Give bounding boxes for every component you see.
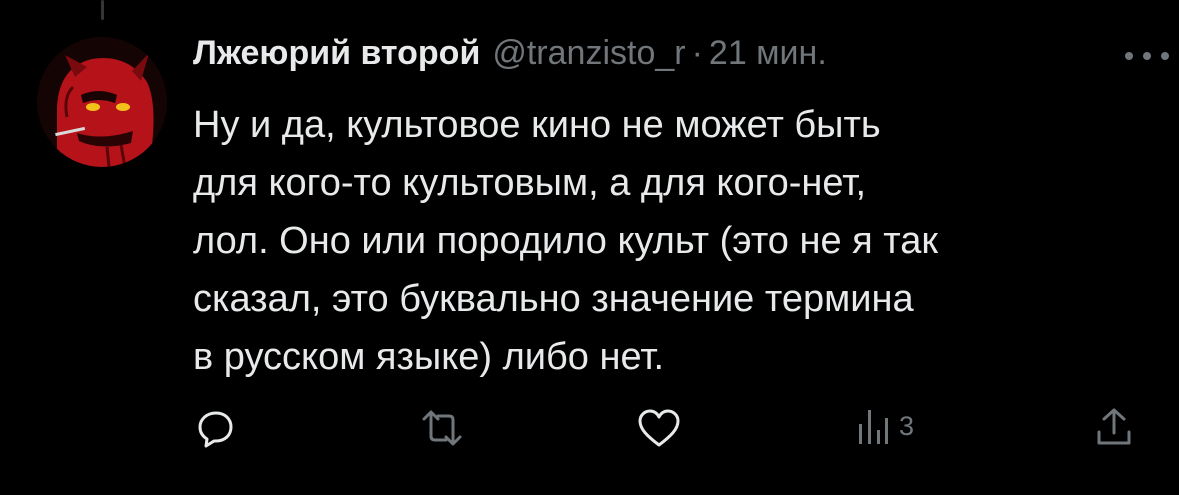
- avatar[interactable]: [37, 37, 167, 167]
- reply-icon: [198, 411, 233, 448]
- display-name[interactable]: Лжеюрий второй: [193, 34, 480, 73]
- like-button[interactable]: [637, 408, 681, 448]
- views-chart-icon: [859, 410, 888, 444]
- thread-line: [101, 0, 104, 20]
- reply-button[interactable]: [196, 408, 236, 448]
- more-dot: [1125, 52, 1133, 60]
- tweet-text-line: в русском языке) либо нет.: [193, 336, 665, 378]
- share-button[interactable]: [1094, 406, 1134, 448]
- tweet-text-line: сказал, это буквально значение термина: [193, 278, 914, 320]
- separator-dot: ·: [691, 34, 703, 72]
- retweet-icon: [422, 410, 462, 446]
- views-count: 3: [899, 410, 915, 441]
- avatar-image: [37, 37, 167, 167]
- timestamp[interactable]: 21 мин.: [709, 34, 827, 73]
- views-button[interactable]: 3: [857, 406, 914, 446]
- heart-icon: [638, 409, 680, 447]
- tweet-text: Ну и да, культовое кино не может быть дл…: [193, 96, 1153, 386]
- tweet-text-line: для кого-то культовым, а для кого-нет,: [193, 162, 866, 204]
- tweet-text-line: лол. Оно или породило культ (это не я та…: [193, 220, 939, 262]
- more-options-icon[interactable]: [1125, 44, 1169, 68]
- share-icon: [1097, 408, 1131, 445]
- more-dot: [1143, 52, 1151, 60]
- more-dot: [1161, 52, 1169, 60]
- tweet-text-line: Ну и да, культовое кино не может быть: [193, 104, 881, 146]
- tweet-header: Лжеюрий второй @tranzisto_r · 21 мин.: [193, 34, 1153, 86]
- tweet-content: Лжеюрий второй @tranzisto_r · 21 мин. Ну…: [193, 34, 1169, 386]
- action-bar: 3: [0, 400, 1179, 456]
- retweet-button[interactable]: [420, 408, 464, 448]
- user-handle[interactable]: @tranzisto_r: [492, 34, 685, 73]
